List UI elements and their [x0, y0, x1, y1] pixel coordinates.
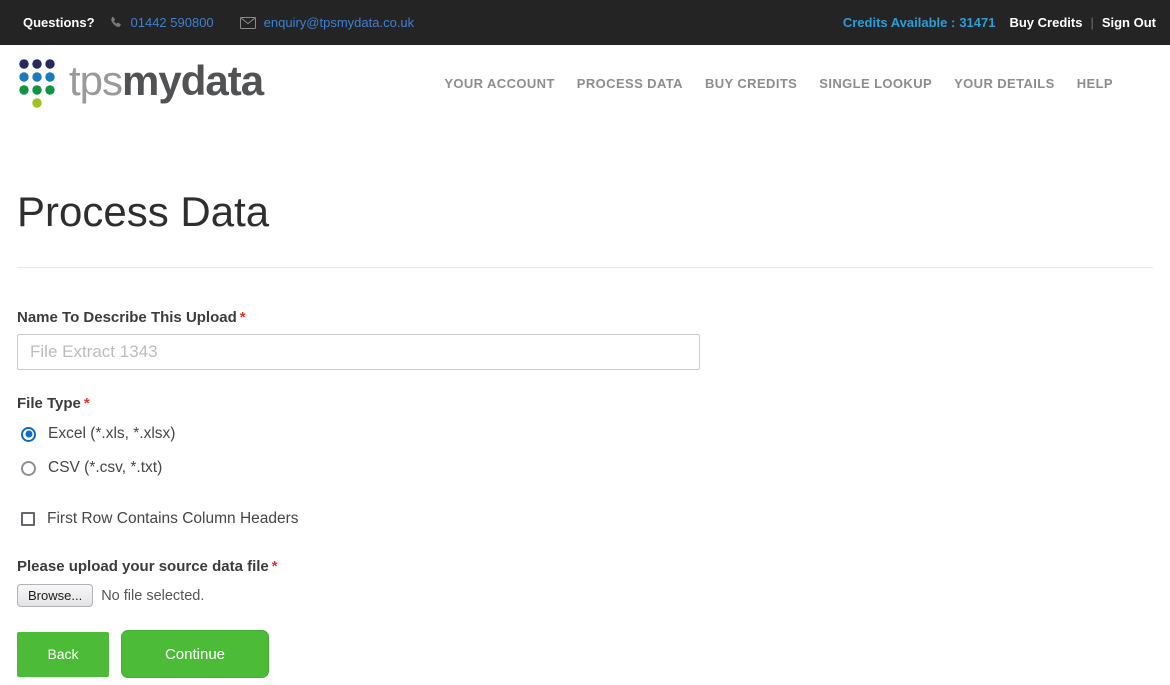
file-type-option-excel: Excel (*.xls, *.xlsx) [17, 425, 1153, 443]
logo-text-tps: tps [69, 56, 123, 104]
tpsmydata-logo[interactable]: tpsmydata [17, 56, 264, 110]
logo-dots-icon [19, 59, 55, 108]
credits-value: 31471 [959, 15, 996, 30]
radio-excel-label[interactable]: Excel (*.xls, *.xlsx) [48, 425, 175, 443]
file-type-option-csv: CSV (*.csv, *.txt) [17, 459, 1153, 477]
main-nav: YOUR ACCOUNT PROCESS DATA BUY CREDITS SI… [422, 76, 1113, 91]
first-row-headers-checkbox[interactable] [21, 512, 35, 526]
file-type-label: File Type * [17, 395, 1153, 412]
no-file-selected-text: No file selected. [101, 587, 205, 604]
radio-excel[interactable] [21, 426, 36, 442]
buy-credits-link[interactable]: Buy Credits [1009, 15, 1082, 30]
topbar-account-group: Credits Available :31471 Buy Credits | S… [843, 15, 1156, 30]
phone-link[interactable]: 01442 590800 [131, 15, 214, 30]
top-utility-bar: Questions? 01442 590800 enquiry@tpsmydat… [0, 0, 1170, 45]
upload-name-input[interactable] [17, 334, 700, 370]
required-asterisk: * [239, 309, 246, 326]
main-content: Process Data Name To Describe This Uploa… [0, 188, 1170, 678]
continue-button[interactable]: Continue [121, 630, 269, 678]
form-actions: Back Continue [17, 630, 1153, 678]
logo-text-mydata: mydata [122, 56, 264, 104]
title-divider [17, 267, 1153, 268]
nav-single-lookup[interactable]: SINGLE LOOKUP [819, 76, 932, 91]
source-file-label-text: Please upload your source data file [17, 558, 269, 575]
required-asterisk: * [83, 395, 90, 412]
page-title: Process Data [17, 188, 270, 235]
radio-csv-label[interactable]: CSV (*.csv, *.txt) [48, 459, 162, 477]
logo-text: tpsmydata [69, 56, 264, 108]
first-row-headers-option: First Row Contains Column Headers [17, 510, 1153, 528]
upload-name-label-text: Name To Describe This Upload [17, 309, 237, 326]
credits-available: Credits Available :31471 [843, 15, 996, 30]
questions-label: Questions? [23, 15, 95, 30]
nav-process-data[interactable]: PROCESS DATA [577, 76, 683, 91]
radio-csv[interactable] [21, 460, 36, 476]
email-group: enquiry@tpsmydata.co.uk [239, 15, 415, 30]
sign-out-link[interactable]: Sign Out [1102, 15, 1156, 30]
topbar-separator: | [1090, 15, 1094, 30]
nav-your-account[interactable]: YOUR ACCOUNT [444, 76, 554, 91]
email-link[interactable]: enquiry@tpsmydata.co.uk [264, 15, 415, 30]
phone-icon [109, 16, 123, 30]
nav-your-details[interactable]: YOUR DETAILS [954, 76, 1055, 91]
file-input: Browse... No file selected. [17, 584, 1153, 607]
file-type-label-text: File Type [17, 395, 81, 412]
topbar-contact-group: Questions? 01442 590800 enquiry@tpsmydat… [23, 15, 414, 30]
site-header: tpsmydata YOUR ACCOUNT PROCESS DATA BUY … [0, 45, 1170, 122]
nav-help[interactable]: HELP [1077, 76, 1113, 91]
upload-name-label: Name To Describe This Upload * [17, 309, 1153, 326]
required-asterisk: * [271, 558, 278, 575]
back-button[interactable]: Back [17, 631, 109, 677]
nav-buy-credits[interactable]: BUY CREDITS [705, 76, 797, 91]
browse-button[interactable]: Browse... [17, 584, 94, 607]
first-row-headers-label[interactable]: First Row Contains Column Headers [47, 510, 299, 528]
credits-label: Credits Available : [842, 15, 956, 30]
source-file-label: Please upload your source data file * [17, 558, 1153, 575]
envelope-icon [239, 16, 256, 29]
